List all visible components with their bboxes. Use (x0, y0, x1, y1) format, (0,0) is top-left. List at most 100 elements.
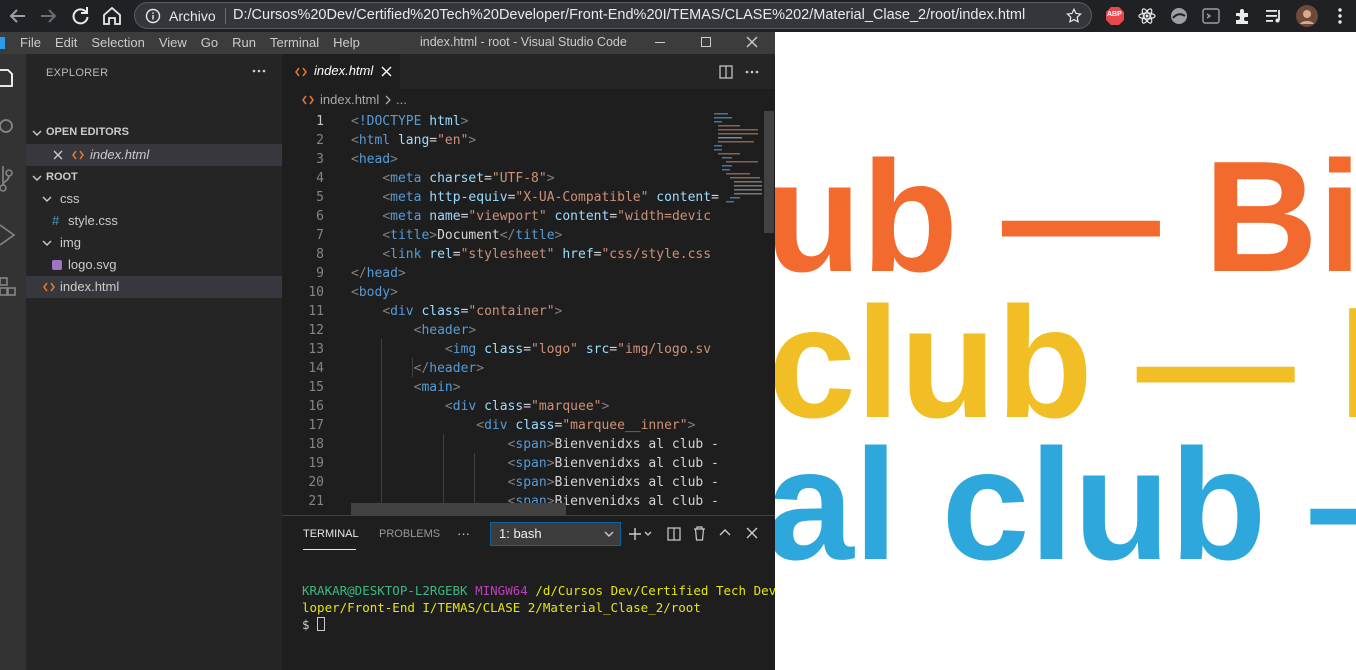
breadcrumb: index.html ... (282, 89, 775, 111)
minimap[interactable] (712, 111, 764, 231)
tree-item-label: img (60, 235, 81, 250)
vertical-scrollbar[interactable] (764, 111, 774, 233)
info-icon[interactable] (145, 8, 161, 24)
code-line: <!DOCTYPE html> (351, 114, 469, 129)
tree-folder-css[interactable]: css (26, 188, 282, 210)
code-line: <meta name="viewport" content="width=dev… (382, 209, 712, 224)
tab-problems[interactable]: PROBLEMS (379, 528, 440, 540)
indent-guide (412, 358, 413, 377)
trash-icon[interactable] (693, 526, 706, 541)
search-icon[interactable] (0, 116, 16, 140)
close-icon[interactable] (381, 66, 392, 77)
menu-terminal[interactable]: Terminal (270, 35, 319, 50)
menu-edit[interactable]: Edit (55, 35, 77, 50)
puzzle-icon[interactable] (1233, 6, 1253, 26)
split-terminal-icon[interactable] (667, 527, 681, 541)
line-number: 3 (316, 152, 324, 167)
menu-run[interactable]: Run (232, 35, 256, 50)
menu-view[interactable]: View (159, 35, 187, 50)
avatar[interactable] (1295, 4, 1319, 28)
address-bar[interactable]: Archivo D:/Cursos%20Dev/Certified%20Tech… (134, 2, 1092, 29)
tree-item-label: logo.svg (68, 257, 117, 272)
code-line: <div class="container"> (382, 304, 563, 319)
reload-icon[interactable] (68, 4, 92, 28)
line-number: 1 (316, 114, 324, 129)
maximize-icon[interactable] (700, 35, 712, 49)
code-editor[interactable]: 1 <!DOCTYPE html> 2 <html lang="en"> 3 <head>… (282, 111, 775, 515)
root-label: ROOT (46, 171, 78, 183)
line-number: 7 (316, 228, 324, 243)
open-editor-item[interactable]: index.html (26, 144, 282, 166)
tree-folder-img[interactable]: img (26, 232, 282, 254)
source-control-icon[interactable] (0, 166, 16, 196)
more-actions-icon[interactable] (744, 68, 760, 76)
new-terminal-icon[interactable] (628, 527, 654, 541)
webpage-viewport: ub — Bie club — B al club — (775, 32, 1356, 670)
close-icon[interactable] (53, 150, 63, 160)
breadcrumb-file[interactable]: index.html (320, 92, 379, 107)
html-file-icon (72, 149, 84, 161)
line-number: 17 (308, 418, 324, 433)
tree-file-style-css[interactable]: # style.css (26, 210, 282, 232)
line-number: 11 (308, 304, 324, 319)
code-line: </head> (351, 266, 406, 281)
menu-help[interactable]: Help (333, 35, 360, 50)
menu-file[interactable]: File (20, 35, 41, 50)
marquee-line-blue: al club — (775, 417, 1356, 593)
open-editors-label: OPEN EDITORS (46, 126, 129, 138)
line-number: 2 (316, 133, 324, 148)
close-icon[interactable] (745, 35, 759, 49)
menu-go[interactable]: Go (201, 35, 218, 50)
menu-selection[interactable]: Selection (91, 35, 144, 50)
panel-more-actions[interactable]: ··· (457, 526, 470, 541)
indent-guide (381, 339, 382, 515)
split-editor-icon[interactable] (719, 65, 733, 79)
tree-item-label: css (60, 191, 80, 206)
terminal-prompt-line: KRAKAR@DESKTOP-L2RGEBK MINGW64 /d/Cursos… (302, 583, 784, 598)
terminal-select[interactable]: 1: bash (490, 522, 621, 546)
tree-file-index-html[interactable]: index.html (26, 276, 282, 298)
star-icon[interactable] (1065, 7, 1083, 25)
breadcrumb-rest[interactable]: ... (396, 92, 407, 107)
menu-icon[interactable] (1330, 6, 1350, 26)
address-url[interactable]: D:/Cursos%20Dev/Certified%20Tech%20Devel… (233, 7, 1025, 23)
root-section[interactable]: ROOT (26, 167, 282, 189)
extension-icon[interactable] (1201, 6, 1221, 26)
back-icon[interactable] (6, 4, 30, 28)
vscode-logo-icon (0, 37, 5, 49)
minimize-icon[interactable] (654, 33, 666, 51)
react-icon[interactable] (1137, 6, 1157, 26)
home-icon[interactable] (100, 4, 124, 28)
more-actions-icon[interactable] (251, 66, 267, 76)
open-editors-section[interactable]: OPEN EDITORS (26, 122, 282, 144)
tab-index-html[interactable]: index.html (282, 54, 400, 89)
extension-icon[interactable] (1169, 6, 1189, 26)
line-number: 10 (308, 285, 324, 300)
terminal-cursor (317, 617, 326, 631)
code-line: <div class="marquee__inner"> (476, 418, 696, 433)
code-line: </header> (413, 361, 485, 376)
terminal-input-line[interactable]: $ (302, 617, 326, 632)
media-icon[interactable] (1264, 6, 1284, 26)
svg-file-icon (51, 259, 63, 271)
vscode-window: File Edit Selection View Go Run Terminal… (0, 32, 784, 670)
tree-file-logo-svg[interactable]: logo.svg (26, 254, 282, 276)
address-divider (225, 8, 226, 24)
prompt-symbol: $ (302, 617, 310, 632)
chevron-up-icon[interactable] (719, 528, 731, 538)
horizontal-scrollbar[interactable] (351, 503, 566, 515)
window-title: index.html - root - Visual Studio Code (420, 35, 627, 49)
abp-icon[interactable]: ABP (1105, 6, 1125, 26)
menu-bar: File Edit Selection View Go Run Terminal… (20, 35, 374, 50)
explorer-icon[interactable] (0, 64, 16, 90)
chevron-down-icon (31, 172, 43, 184)
chevron-down-icon (603, 529, 615, 539)
code-line: <meta http-equiv="X-UA-Compatible" conte… (382, 190, 719, 205)
close-panel-icon[interactable] (746, 527, 758, 539)
tab-terminal[interactable]: TERMINAL (303, 528, 359, 540)
run-debug-icon[interactable] (0, 222, 16, 248)
line-number: 21 (308, 494, 324, 509)
line-number: 13 (308, 342, 324, 357)
extensions-icon[interactable] (0, 274, 16, 300)
forward-icon[interactable] (36, 4, 60, 28)
